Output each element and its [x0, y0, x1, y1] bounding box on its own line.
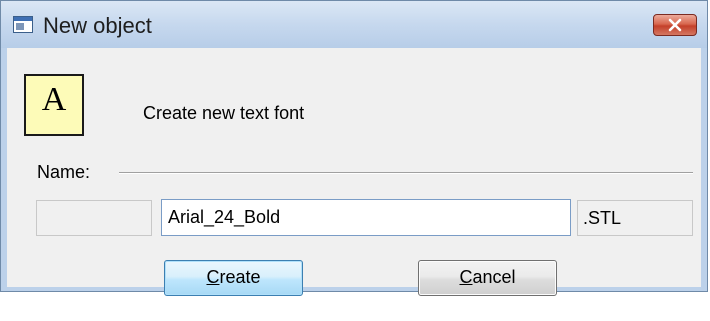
name-input[interactable]: [161, 199, 571, 236]
window-title: New object: [43, 13, 152, 38]
extension-field: .STL: [577, 200, 693, 236]
cancel-accel-key: C: [459, 267, 473, 287]
create-label-rest: reate: [219, 267, 261, 287]
dialog-window: New object A Create new text font Name: …: [0, 0, 708, 296]
font-icon-letter: A: [41, 81, 67, 118]
extension-label: .STL: [583, 208, 622, 228]
title-bar[interactable]: New object: [1, 1, 707, 48]
cancel-button[interactable]: Cancel: [418, 260, 557, 296]
window-icon: [13, 16, 33, 33]
path-prefix-field: [36, 200, 152, 236]
cancel-label-rest: ancel: [472, 267, 516, 287]
dialog-content: A Create new text font Name: .STL Create…: [7, 48, 701, 296]
close-icon: [668, 18, 682, 32]
separator-line: [119, 172, 693, 174]
name-label: Name:: [37, 162, 91, 182]
close-button[interactable]: [653, 14, 697, 36]
create-button[interactable]: Create: [164, 260, 303, 296]
font-icon: A: [24, 74, 84, 136]
dialog-description: Create new text font: [143, 103, 305, 123]
create-accel-key: C: [206, 267, 220, 287]
